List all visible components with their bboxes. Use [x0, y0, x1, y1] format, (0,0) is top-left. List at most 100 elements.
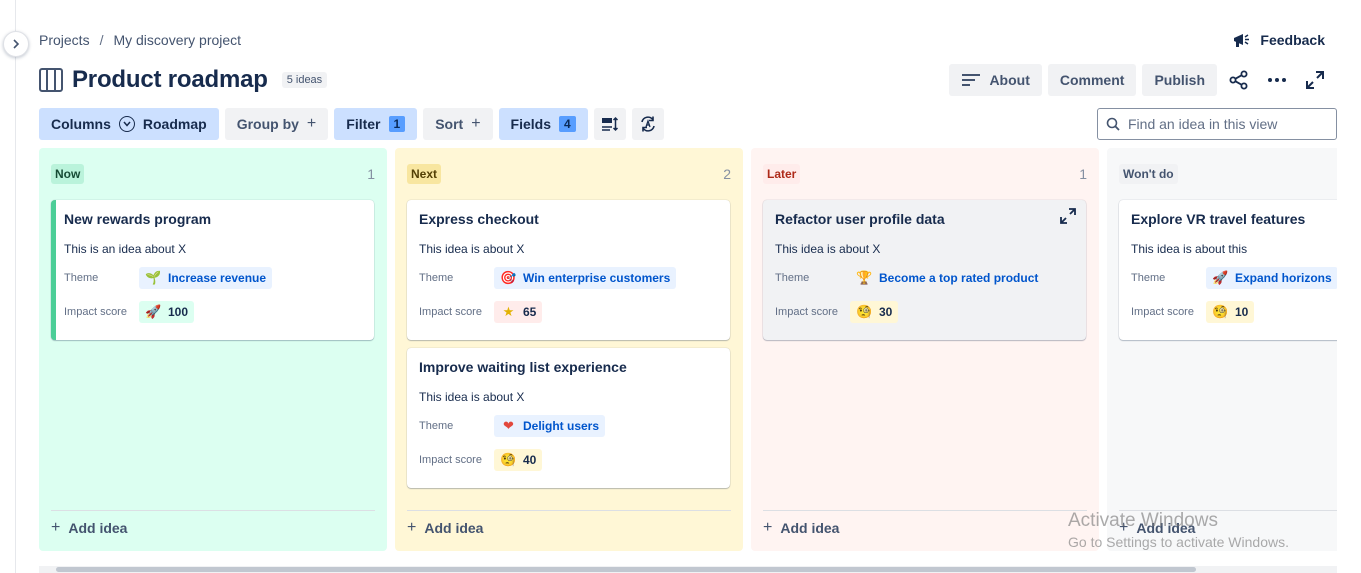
view-toolbar: Columns Roadmap Group by + Filter 1 Sort… [39, 108, 664, 140]
plus-icon: + [306, 115, 317, 132]
breadcrumb-project-link[interactable]: My discovery project [113, 32, 241, 48]
sort-button[interactable]: Sort + [423, 108, 493, 140]
column-next: Next 2 Express checkout This idea is abo… [395, 148, 743, 551]
idea-title: New rewards program [64, 211, 212, 227]
rocket-icon: 🚀 [145, 304, 162, 320]
impact-score-label: Impact score [64, 306, 127, 318]
columns-roadmap-button[interactable]: Columns Roadmap [39, 108, 219, 140]
theme-field: Theme ❤ Delight users [419, 414, 718, 438]
column-count: 2 [723, 166, 731, 182]
idea-card[interactable]: Refactor user profile data This idea is … [763, 200, 1086, 340]
publish-label: Publish [1154, 72, 1205, 88]
idea-title: Explore VR travel features [1131, 211, 1306, 227]
add-idea-button[interactable]: + Add idea [763, 510, 1087, 537]
roadmap-label: Roadmap [142, 116, 207, 132]
idea-card[interactable]: Express checkout This idea is about X Th… [407, 200, 730, 340]
rocket-icon: 🚀 [1212, 270, 1229, 286]
column-later: Later 1 Refactor user profile data This … [751, 148, 1099, 551]
title-row: Product roadmap 5 ideas [39, 66, 328, 94]
theme-chip[interactable]: 🌱 Increase revenue [139, 267, 273, 289]
impact-score-label: Impact score [419, 306, 482, 318]
theme-field: Theme 🌱 Increase revenue [64, 266, 362, 290]
theme-label: Theme [419, 272, 454, 284]
column-wont-do: Won't do Explore VR travel features This… [1107, 148, 1337, 551]
plus-icon: + [1119, 519, 1129, 536]
column-status-lozenge: Later [763, 164, 801, 184]
star-icon: ★ [502, 304, 515, 320]
add-idea-button[interactable]: + Add idea [51, 510, 375, 537]
publish-button[interactable]: Publish [1142, 64, 1217, 96]
target-icon: 🎯 [500, 270, 517, 286]
idea-title: Refactor user profile data [775, 211, 945, 227]
theme-chip[interactable]: 🎯 Win enterprise customers [494, 267, 677, 289]
monocle-face-icon: 🧐 [856, 304, 873, 320]
search-input[interactable] [1128, 116, 1318, 132]
idea-card[interactable]: Improve waiting list experience This ide… [407, 348, 730, 488]
feedback-button[interactable]: Feedback [1232, 31, 1325, 49]
impact-score-label: Impact score [419, 454, 482, 466]
theme-label: Theme [419, 420, 454, 432]
add-idea-label: Add idea [1136, 520, 1196, 536]
add-idea-button[interactable]: + Add idea [1119, 510, 1337, 537]
comment-button[interactable]: Comment [1047, 64, 1137, 96]
sprout-icon: 🌱 [145, 270, 162, 286]
idea-search-field[interactable] [1097, 108, 1337, 140]
theme-value: Increase revenue [168, 271, 267, 285]
theme-field: Theme 🏆 Become a top rated product [775, 266, 1074, 290]
plus-icon: + [51, 519, 61, 536]
theme-label: Theme [64, 272, 99, 284]
theme-chip[interactable]: 🚀 Expand horizons [1206, 267, 1337, 289]
column-header: Won't do [1119, 164, 1337, 184]
theme-field: Theme 🎯 Win enterprise customers [419, 266, 718, 290]
idea-description: This idea is about X [419, 390, 525, 404]
theme-value: Win enterprise customers [523, 271, 671, 285]
card-layout-button[interactable] [593, 108, 626, 140]
theme-label: Theme [1131, 272, 1166, 284]
theme-label: Theme [775, 272, 810, 284]
more-actions-button[interactable] [1261, 64, 1293, 96]
scrollbar-thumb[interactable] [56, 567, 1196, 572]
impact-score-value: 40 [523, 453, 537, 467]
fields-label: Fields [510, 116, 551, 132]
chevron-right-icon [13, 39, 20, 49]
column-header: Next 2 [407, 164, 731, 184]
idea-description: This idea is about X [775, 242, 881, 256]
board-horizontal-scrollbar[interactable] [39, 566, 1337, 573]
breadcrumb-projects-link[interactable]: Projects [39, 32, 90, 48]
plus-icon: + [407, 519, 417, 536]
column-header: Later 1 [763, 164, 1087, 184]
theme-value: Delight users [523, 419, 600, 433]
auto-sync-button[interactable] [631, 108, 664, 140]
expand-card-icon[interactable] [1060, 208, 1076, 224]
impact-score-label: Impact score [775, 306, 838, 318]
fullscreen-icon [1306, 71, 1324, 89]
impact-score-chip: ★ 65 [494, 301, 543, 323]
idea-card[interactable]: Explore VR travel features This idea is … [1119, 200, 1337, 340]
idea-card[interactable]: New rewards program This is an idea abou… [51, 200, 374, 340]
impact-score-field: Impact score 🚀 100 [64, 300, 362, 324]
about-button[interactable]: About [949, 64, 1042, 96]
group-by-button[interactable]: Group by + [224, 108, 329, 140]
plus-icon: + [763, 519, 773, 536]
more-icon [1268, 78, 1286, 82]
theme-chip[interactable]: 🏆 Become a top rated product [850, 267, 1044, 289]
fullscreen-button[interactable] [1299, 64, 1331, 96]
group-by-label: Group by [236, 116, 299, 132]
about-label: About [989, 72, 1030, 88]
fields-button[interactable]: Fields 4 [498, 108, 588, 140]
add-idea-button[interactable]: + Add idea [407, 510, 731, 537]
idea-title: Improve waiting list experience [419, 359, 627, 375]
theme-chip[interactable]: ❤ Delight users [494, 415, 606, 437]
add-idea-label: Add idea [68, 520, 128, 536]
idea-title: Express checkout [419, 211, 539, 227]
share-button[interactable] [1223, 64, 1255, 96]
search-icon [1106, 117, 1120, 131]
impact-score-field: Impact score ★ 65 [419, 300, 718, 324]
left-rail [0, 0, 16, 573]
header-actions: About Comment Publish [949, 64, 1331, 96]
impact-score-chip: 🧐 30 [850, 301, 899, 323]
filter-button[interactable]: Filter 1 [334, 108, 418, 140]
card-layout-icon [601, 116, 618, 132]
column-status-lozenge: Now [51, 164, 85, 184]
expand-sidebar-button[interactable] [3, 31, 29, 57]
